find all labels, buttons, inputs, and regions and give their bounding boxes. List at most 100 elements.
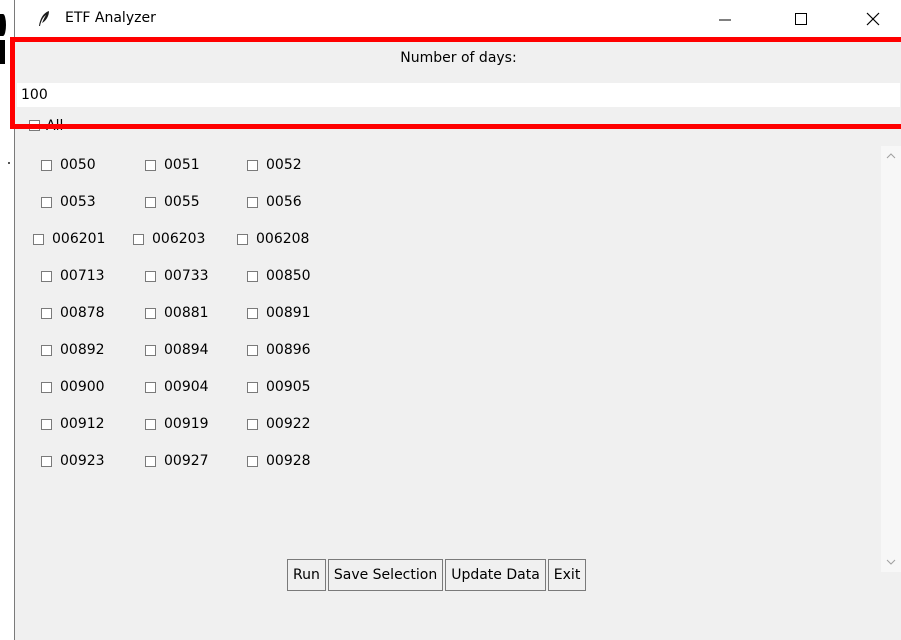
etf-checkbox-item[interactable]: 00900: [41, 377, 105, 397]
etf-label: 0052: [266, 157, 302, 173]
etf-checkbox[interactable]: [41, 344, 52, 356]
etf-checkbox-item[interactable]: 00881: [145, 303, 209, 323]
etf-checkbox[interactable]: [145, 344, 156, 356]
run-button[interactable]: Run: [287, 559, 326, 591]
vertical-scrollbar[interactable]: [881, 146, 901, 572]
etf-label: 00904: [164, 379, 209, 395]
etf-label: 00905: [266, 379, 311, 395]
etf-analyzer-window: ETF Analyzer Number of days: All 0050005…: [14, 0, 901, 640]
etf-checkbox[interactable]: [247, 307, 258, 319]
all-checkbox[interactable]: [29, 120, 40, 131]
etf-label: 006201: [52, 231, 106, 247]
etf-checkbox-item[interactable]: 00891: [247, 303, 311, 323]
etf-checkbox-item[interactable]: 0052: [247, 155, 302, 175]
etf-checkbox-item[interactable]: 00878: [41, 303, 105, 323]
close-button[interactable]: [849, 0, 897, 38]
etf-label: 00878: [60, 305, 105, 321]
etf-checkbox-item[interactable]: 00922: [247, 414, 311, 434]
etf-label: 00713: [60, 268, 105, 284]
all-checkbox-row[interactable]: All: [29, 117, 63, 135]
etf-label: 00919: [164, 416, 209, 432]
etf-checkbox[interactable]: [145, 270, 156, 282]
save-selection-button[interactable]: Save Selection: [327, 559, 444, 591]
background-window-edge: [0, 0, 14, 640]
etf-checkbox-item[interactable]: 00850: [247, 266, 311, 286]
title-bar[interactable]: ETF Analyzer: [15, 0, 901, 38]
etf-checkbox[interactable]: [145, 418, 156, 430]
etf-checkbox-item[interactable]: 0055: [145, 192, 200, 212]
etf-checkbox[interactable]: [41, 381, 52, 393]
etf-list: 0050 0051 0052 0053 0055 0056 006201 006203 0062…: [15, 143, 901, 563]
etf-checkbox-item[interactable]: 006201: [33, 229, 105, 249]
scroll-down-button[interactable]: [881, 552, 901, 572]
etf-label: 00894: [164, 342, 209, 358]
etf-checkbox[interactable]: [247, 418, 258, 430]
etf-label: 006203: [152, 231, 206, 247]
scrollbar-trough[interactable]: [881, 146, 901, 572]
etf-label: 00896: [266, 342, 311, 358]
etf-checkbox-item[interactable]: 00894: [145, 340, 209, 360]
etf-checkbox[interactable]: [145, 196, 156, 208]
etf-checkbox-item[interactable]: 00892: [41, 340, 105, 360]
etf-label: 00912: [60, 416, 105, 432]
scroll-up-button[interactable]: [881, 146, 901, 166]
etf-checkbox-item[interactable]: 006203: [133, 229, 205, 249]
etf-checkbox-item[interactable]: 0053: [41, 192, 96, 212]
etf-checkbox[interactable]: [145, 455, 156, 467]
etf-checkbox[interactable]: [41, 418, 52, 430]
etf-checkbox[interactable]: [247, 270, 258, 282]
etf-checkbox[interactable]: [41, 455, 52, 467]
etf-checkbox-item[interactable]: 00923: [41, 451, 105, 471]
etf-checkbox[interactable]: [41, 307, 52, 319]
etf-checkbox-item[interactable]: 00928: [247, 451, 311, 471]
etf-checkbox[interactable]: [41, 196, 52, 208]
feather-icon: [39, 11, 49, 26]
etf-checkbox[interactable]: [145, 381, 156, 393]
etf-checkbox-item[interactable]: 00912: [41, 414, 105, 434]
etf-checkbox[interactable]: [247, 196, 258, 208]
etf-checkbox[interactable]: [41, 270, 52, 282]
etf-checkbox[interactable]: [145, 307, 156, 319]
etf-label: 00881: [164, 305, 209, 321]
background-shape: [0, 14, 6, 36]
etf-checkbox-item[interactable]: 00896: [247, 340, 311, 360]
etf-checkbox[interactable]: [41, 159, 52, 171]
etf-checkbox-item[interactable]: 0051: [145, 155, 200, 175]
etf-label: 00891: [266, 305, 311, 321]
background-shape: [0, 40, 5, 64]
etf-checkbox-item[interactable]: 00905: [247, 377, 311, 397]
days-input[interactable]: [17, 83, 900, 107]
all-label: All: [46, 118, 64, 134]
etf-label: 0053: [60, 194, 96, 210]
etf-checkbox[interactable]: [145, 159, 156, 171]
etf-checkbox-item[interactable]: 00927: [145, 451, 209, 471]
etf-checkbox[interactable]: [247, 344, 258, 356]
etf-checkbox-item[interactable]: 00919: [145, 414, 209, 434]
chevron-up-icon: [886, 153, 896, 159]
maximize-button[interactable]: [777, 0, 825, 38]
etf-label: 00922: [266, 416, 311, 432]
minimize-button[interactable]: [701, 0, 749, 38]
exit-button[interactable]: Exit: [547, 559, 587, 591]
etf-checkbox-item[interactable]: 00713: [41, 266, 105, 286]
etf-checkbox-item[interactable]: 006208: [237, 229, 309, 249]
background-dot: [8, 162, 10, 164]
etf-label: 0056: [266, 194, 302, 210]
etf-checkbox[interactable]: [33, 233, 44, 245]
close-icon: [866, 12, 880, 26]
etf-checkbox-item[interactable]: 00904: [145, 377, 209, 397]
etf-checkbox[interactable]: [133, 233, 144, 245]
etf-checkbox-item[interactable]: 00733: [145, 266, 209, 286]
etf-label: 00927: [164, 453, 209, 469]
etf-checkbox[interactable]: [247, 159, 258, 171]
etf-checkbox[interactable]: [247, 381, 258, 393]
update-data-button[interactable]: Update Data: [445, 559, 546, 591]
etf-label: 00892: [60, 342, 105, 358]
etf-checkbox[interactable]: [237, 233, 248, 245]
etf-checkbox-item[interactable]: 0050: [41, 155, 96, 175]
etf-label: 00928: [266, 453, 311, 469]
etf-checkbox[interactable]: [247, 455, 258, 467]
etf-label: 00733: [164, 268, 209, 284]
etf-checkbox-item[interactable]: 0056: [247, 192, 302, 212]
days-label: Number of days:: [400, 50, 517, 66]
